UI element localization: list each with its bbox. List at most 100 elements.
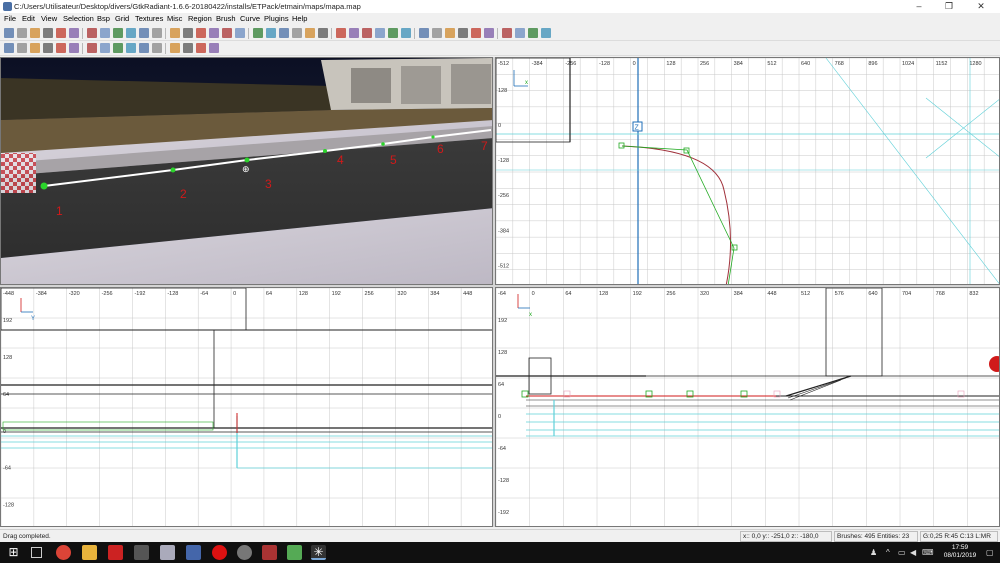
plugin-tool-14-icon[interactable]	[183, 43, 193, 53]
recorder-icon[interactable]	[108, 545, 123, 560]
app-icon-b[interactable]	[186, 545, 201, 560]
toolbar-tool-17-icon[interactable]	[222, 28, 232, 38]
keyboard-icon[interactable]: ⌨	[922, 548, 934, 557]
toolbar-tool-18-icon[interactable]	[235, 28, 245, 38]
menu-file[interactable]: File	[4, 14, 16, 23]
plugin-tool-9-icon[interactable]	[113, 43, 123, 53]
plugin-tool-6-icon[interactable]	[69, 43, 79, 53]
notification-icon[interactable]: ▢	[986, 548, 994, 557]
toolbar-tool-10-icon[interactable]	[126, 28, 136, 38]
menu-selection[interactable]: Selection	[63, 14, 94, 23]
menu-help[interactable]: Help	[292, 14, 307, 23]
menu-textures[interactable]: Textures	[135, 14, 163, 23]
chrome-icon[interactable]	[56, 545, 71, 560]
toolbar-tool-22-icon[interactable]	[292, 28, 302, 38]
top-view-y-tick: 0	[498, 123, 501, 129]
toolbar-tool-21-icon[interactable]	[279, 28, 289, 38]
app-icon-d[interactable]	[237, 545, 252, 560]
plugin-tool-8-icon[interactable]	[100, 43, 110, 53]
menu-edit[interactable]: Edit	[22, 14, 35, 23]
plugin-tool-7-icon[interactable]	[87, 43, 97, 53]
clock[interactable]: 17:59 08/01/2019	[940, 544, 980, 560]
toolbar-tool-9-icon[interactable]	[113, 28, 123, 38]
task-view-icon[interactable]	[31, 547, 42, 558]
toolbar-tool-16-icon[interactable]	[209, 28, 219, 38]
plugin-tool-4-icon[interactable]	[43, 43, 53, 53]
app-icon-e[interactable]	[262, 545, 277, 560]
toolbar-tool-28-icon[interactable]	[375, 28, 385, 38]
toolbar-tool-30-icon[interactable]	[401, 28, 411, 38]
plugin-tool-16-icon[interactable]	[209, 43, 219, 53]
menu-grid[interactable]: Grid	[115, 14, 129, 23]
plugin-tool-11-icon[interactable]	[139, 43, 149, 53]
front-view-viewport[interactable]: -64 0 64 128 192 256 320 384 448 512 576 640 704 768 8…	[495, 287, 1000, 527]
network-icon[interactable]: ▭	[898, 548, 906, 557]
toolbar-tool-24-icon[interactable]	[318, 28, 328, 38]
plugin-tool-3-icon[interactable]	[30, 43, 40, 53]
people-icon[interactable]: ♟	[870, 548, 877, 557]
horizontal-splitter[interactable]	[0, 285, 1000, 287]
toolbar-tool-13-icon[interactable]	[170, 28, 180, 38]
plugin-tool-10-icon[interactable]	[126, 43, 136, 53]
toolbar-tool-3-icon[interactable]	[30, 28, 40, 38]
plugin-tool-2-icon[interactable]	[17, 43, 27, 53]
toolbar-tool-11-icon[interactable]	[139, 28, 149, 38]
toolbar-tool-26-icon[interactable]	[349, 28, 359, 38]
toolbar-tool-37-icon[interactable]	[502, 28, 512, 38]
side-view-viewport[interactable]: -448 -384 -320 -256 -192 -128 -64 0 64 128 192 256 3…	[0, 287, 493, 527]
maximize-button[interactable]: ❐	[934, 0, 964, 13]
toolbar-tool-36-icon[interactable]	[484, 28, 494, 38]
plugin-tool-13-icon[interactable]	[170, 43, 180, 53]
toolbar-tool-38-icon[interactable]	[515, 28, 525, 38]
toolbar-tool-29-icon[interactable]	[388, 28, 398, 38]
toolbar-tool-33-icon[interactable]	[445, 28, 455, 38]
plugin-tool-5-icon[interactable]	[56, 43, 66, 53]
toolbar-tool-15-icon[interactable]	[196, 28, 206, 38]
toolbar-tool-31-icon[interactable]	[419, 28, 429, 38]
toolbar-tool-19-icon[interactable]	[253, 28, 263, 38]
toolbar-tool-8-icon[interactable]	[100, 28, 110, 38]
toolbar-tool-40-icon[interactable]	[541, 28, 551, 38]
terminal-icon[interactable]	[134, 545, 149, 560]
toolbar-tool-20-icon[interactable]	[266, 28, 276, 38]
toolbar-tool-23-icon[interactable]	[305, 28, 315, 38]
plugin-tool-15-icon[interactable]	[196, 43, 206, 53]
toolbar-tool-14-icon[interactable]	[183, 28, 193, 38]
menu-plugins[interactable]: Plugins	[264, 14, 289, 23]
menu-misc[interactable]: Misc	[167, 14, 182, 23]
camera-viewport[interactable]: 1 2 3 4 5 6 7 ⊕	[0, 57, 493, 285]
toolbar-tool-4-icon[interactable]	[43, 28, 53, 38]
front-view-x-tick: 768	[936, 291, 945, 297]
toolbar-tool-6-icon[interactable]	[69, 28, 79, 38]
start-icon[interactable]: ⊞	[6, 545, 21, 560]
volume-icon[interactable]: ◀	[910, 548, 916, 557]
toolbar-tool-5-icon[interactable]	[56, 28, 66, 38]
menu-view[interactable]: View	[41, 14, 57, 23]
chevron-up-icon[interactable]: ^	[886, 548, 890, 557]
menu-bsp[interactable]: Bsp	[97, 14, 110, 23]
toolbar-tool-12-icon[interactable]	[152, 28, 162, 38]
menu-curve[interactable]: Curve	[240, 14, 260, 23]
close-button[interactable]: ✕	[966, 0, 996, 13]
toolbar-tool-27-icon[interactable]	[362, 28, 372, 38]
vertical-splitter[interactable]	[493, 57, 495, 527]
app-icon-a[interactable]	[160, 545, 175, 560]
plugin-tool-12-icon[interactable]	[152, 43, 162, 53]
toolbar-tool-32-icon[interactable]	[432, 28, 442, 38]
plugin-tool-1-icon[interactable]	[4, 43, 14, 53]
app-icon-c[interactable]	[212, 545, 227, 560]
toolbar-tool-39-icon[interactable]	[528, 28, 538, 38]
toolbar-tool-25-icon[interactable]	[336, 28, 346, 38]
app-icon-f[interactable]	[287, 545, 302, 560]
top-view-viewport[interactable]: -512 -384 -256 -128 0 128 256 384 512 640 768 896 10…	[495, 57, 1000, 285]
toolbar-tool-34-icon[interactable]	[458, 28, 468, 38]
toolbar-tool-7-icon[interactable]	[87, 28, 97, 38]
toolbar-tool-2-icon[interactable]	[17, 28, 27, 38]
menu-region[interactable]: Region	[188, 14, 212, 23]
toolbar-tool-1-icon[interactable]	[4, 28, 14, 38]
gtkradiant-icon[interactable]: ✳	[311, 545, 326, 560]
minimize-button[interactable]: –	[904, 0, 934, 13]
explorer-icon[interactable]	[82, 545, 97, 560]
menu-brush[interactable]: Brush	[216, 14, 236, 23]
toolbar-tool-35-icon[interactable]	[471, 28, 481, 38]
